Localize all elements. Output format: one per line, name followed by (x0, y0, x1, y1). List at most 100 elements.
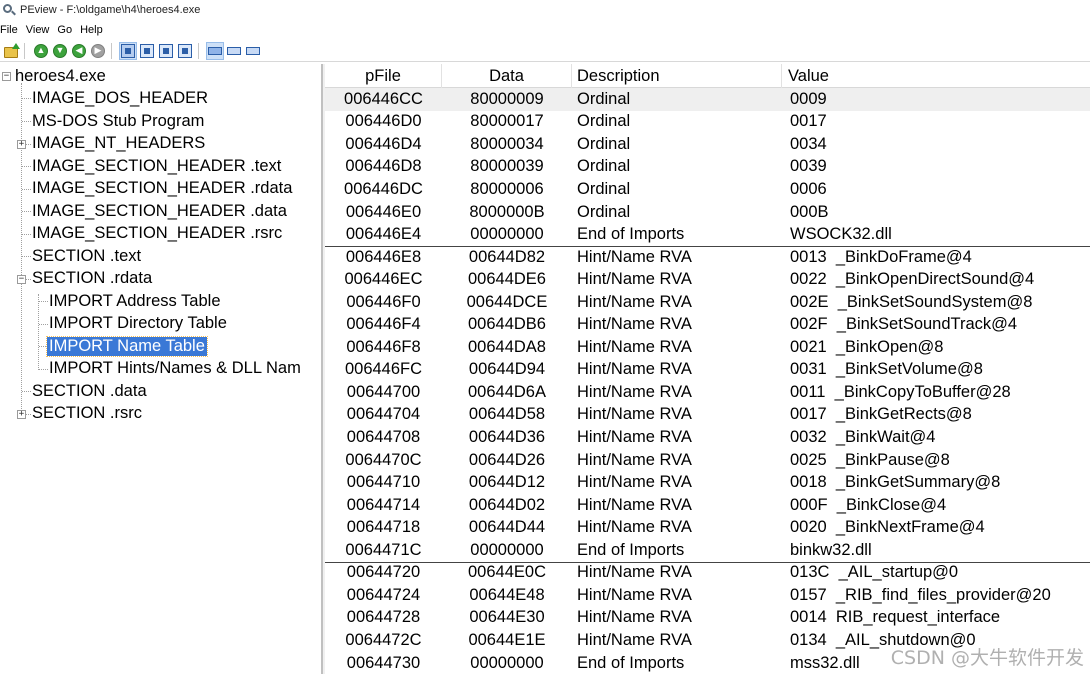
tree-item-import-address-table[interactable]: IMPORT Address Table (47, 290, 223, 312)
view-button-3[interactable] (158, 43, 174, 59)
open-button[interactable] (3, 42, 20, 59)
cell-pfile: 006446E8 (345, 247, 422, 266)
column-header-pfile[interactable]: pFile (325, 64, 442, 88)
left-arrow-icon: ◀ (72, 43, 86, 58)
table-row[interactable]: 00644720 00644E0C Hint/Name RVA 013C _AIL_s… (325, 562, 1090, 585)
tree-item-section-header-rsrc[interactable]: IMAGE_SECTION_HEADER .rsrc (30, 222, 284, 244)
cell-value: WSOCK32.dll (790, 225, 892, 244)
menu-go[interactable]: Go (57, 24, 80, 36)
table-row[interactable]: 006446EC 00644DE6 Hint/Name RVA 0022 _BinkO… (325, 268, 1090, 291)
table-row[interactable]: 006446D0 80000017 Ordinal 0017 (325, 111, 1090, 134)
format-icon (227, 46, 241, 55)
next-button[interactable]: ▶ (90, 43, 106, 59)
table-row[interactable]: 00644718 00644D44 Hint/Name RVA 0020 _BinkN… (325, 516, 1090, 539)
cell-pfile: 006446D0 (345, 112, 422, 131)
table-row[interactable]: 006446E8 00644D82 Hint/Name RVA 0013 _BinkD… (325, 246, 1090, 269)
menu-view[interactable]: View (26, 24, 58, 36)
toolbar-separator (198, 42, 199, 59)
cell-value: 0017 _BinkGetRects@8 (790, 405, 972, 424)
table-row[interactable]: 006446DC 80000006 Ordinal 0006 (325, 178, 1090, 201)
table-row[interactable]: 006446F4 00644DB6 Hint/Name RVA 002F _BinkS… (325, 314, 1090, 337)
cell-value: 0032 _BinkWait@4 (790, 428, 936, 446)
cell-description: Hint/Name RVA (577, 473, 692, 492)
cell-pfile: 00644710 (346, 473, 421, 492)
cell-pfile: 00644728 (346, 608, 421, 627)
tree-item-label: SECTION .data (32, 381, 147, 400)
format-button-2[interactable] (226, 43, 242, 59)
cell-description: Hint/Name RVA (577, 495, 692, 514)
tree-item-section-text[interactable]: SECTION .text (30, 245, 143, 267)
column-header-value[interactable]: Value (782, 64, 1090, 88)
cell-data: 00644DE6 (468, 270, 546, 289)
table-row[interactable]: 006446E4 00000000 End of Imports WSOCK32.dl… (325, 223, 1090, 246)
tree-item-label: IMPORT Name Table (46, 335, 208, 357)
collapse-icon[interactable]: − (2, 72, 11, 81)
table-row[interactable]: 00644708 00644D36 Hint/Name RVA 0032 _BinkW… (325, 426, 1090, 449)
table-row[interactable]: 00644724 00644E48 Hint/Name RVA 0157 _RIB_f… (325, 584, 1090, 607)
table-row[interactable]: 0064471C 00000000 End of Imports binkw32.dl… (325, 539, 1090, 562)
expand-icon[interactable]: + (17, 410, 26, 419)
cell-pfile: 00644720 (346, 563, 421, 582)
tree-item-label: SECTION .rsrc (32, 403, 142, 422)
tree-item-section-header-rdata[interactable]: IMAGE_SECTION_HEADER .rdata (30, 177, 294, 199)
tree-item-section-rdata[interactable]: SECTION .rdata (30, 267, 154, 289)
expand-icon[interactable]: + (17, 140, 26, 149)
table-row[interactable]: 006446FC 00644D94 Hint/Name RVA 0031 _BinkS… (325, 359, 1090, 382)
format-button-3[interactable] (245, 43, 261, 59)
tree-item-label: SECTION .rdata (32, 268, 153, 287)
cell-data: 00644D02 (468, 495, 546, 514)
tree-item-import-directory-table[interactable]: IMPORT Directory Table (47, 312, 229, 334)
table-row[interactable]: 00644700 00644D6A Hint/Name RVA 0011 _BinkC… (325, 381, 1090, 404)
tree-item-import-name-table[interactable]: IMPORT Name Table (46, 335, 208, 357)
up-arrow-icon: ▲ (34, 43, 48, 58)
cell-data: 00644D36 (468, 428, 546, 446)
table-row[interactable]: 006446D8 80000039 Ordinal 0039 (325, 156, 1090, 179)
view-button-2[interactable] (139, 43, 155, 59)
cell-description: End of Imports (577, 540, 685, 559)
tree-item-nt-headers[interactable]: IMAGE_NT_HEADERS (30, 132, 207, 154)
previous-button[interactable]: ◀ (71, 43, 87, 59)
table-row[interactable]: 00644704 00644D58 Hint/Name RVA 0017 _BinkG… (325, 404, 1090, 427)
cell-pfile: 006446FC (344, 360, 423, 379)
column-header-data[interactable]: Data (442, 64, 572, 88)
view-button-4[interactable] (177, 43, 193, 59)
table-row[interactable]: 006446F0 00644DCE Hint/Name RVA 002E _BinkS… (325, 291, 1090, 314)
right-arrow-icon: ▶ (91, 43, 105, 58)
view-button-1[interactable] (119, 41, 137, 60)
cell-value: 0006 (790, 179, 827, 198)
table-row[interactable]: 00644714 00644D02 Hint/Name RVA 000F _BinkC… (325, 494, 1090, 517)
cell-description: Hint/Name RVA (577, 315, 692, 334)
tree-item-label: IMAGE_NT_HEADERS (32, 133, 206, 152)
cell-data: 00000000 (470, 540, 544, 559)
table-row[interactable]: 00644710 00644D12 Hint/Name RVA 0018 _BinkG… (325, 471, 1090, 494)
table-row[interactable]: 006446CC 80000009 Ordinal 0009 (325, 88, 1090, 111)
back-button[interactable]: ▲ (33, 43, 49, 59)
cell-data: 80000009 (470, 89, 544, 108)
table-row[interactable]: 00644728 00644E30 Hint/Name RVA 0014 RIB_re… (325, 607, 1090, 630)
table-row[interactable]: 0064470C 00644D26 Hint/Name RVA 0025 _BinkP… (325, 449, 1090, 472)
format-button-1[interactable] (206, 41, 224, 60)
tree-item-section-header-text[interactable]: IMAGE_SECTION_HEADER .text (30, 155, 283, 177)
cell-description: Ordinal (577, 112, 631, 131)
table-row[interactable]: 006446E0 8000000B Ordinal 000B (325, 201, 1090, 224)
tree-item-section-rsrc[interactable]: SECTION .rsrc (30, 402, 144, 424)
menu-help[interactable]: Help (80, 24, 111, 36)
tree-item-dos-header[interactable]: IMAGE_DOS_HEADER (30, 87, 210, 109)
table-row[interactable]: 006446F8 00644DA8 Hint/Name RVA 0021 _BinkO… (325, 336, 1090, 359)
cell-data: 00644D12 (468, 473, 546, 492)
tree-item-section-header-data[interactable]: IMAGE_SECTION_HEADER .data (30, 200, 289, 222)
cell-description: End of Imports (577, 653, 685, 672)
cell-data: 00644D58 (468, 405, 546, 424)
table-row[interactable]: 006446D4 80000034 Ordinal 0034 (325, 133, 1090, 156)
cell-pfile: 0064471C (345, 540, 422, 559)
cell-value: 0031 _BinkSetVolume@8 (790, 360, 983, 379)
tree-item-section-data[interactable]: SECTION .data (30, 380, 149, 402)
column-header-description[interactable]: Description (572, 64, 782, 88)
tree-root[interactable]: heroes4.exe (13, 65, 108, 87)
collapse-icon[interactable]: − (17, 275, 26, 284)
tree-item-dos-stub[interactable]: MS-DOS Stub Program (30, 110, 206, 132)
forward-button[interactable]: ▼ (52, 43, 68, 59)
menu-file[interactable]: File (0, 24, 26, 36)
tree-item-import-hints-names[interactable]: IMPORT Hints/Names & DLL Nam (47, 357, 303, 379)
tree-pane[interactable]: − heroes4.exe IMAGE_DOS_HEADER MS-DOS St… (0, 64, 322, 674)
